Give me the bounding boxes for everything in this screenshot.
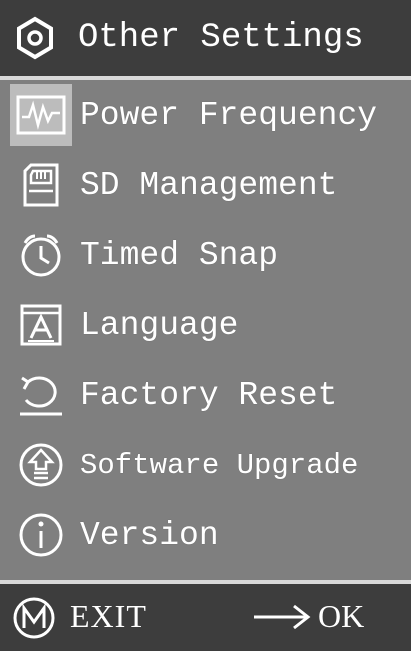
arrow-right-icon <box>252 602 312 632</box>
sd-card-icon <box>10 154 72 216</box>
footer-bar: EXIT OK <box>0 584 411 651</box>
settings-screen: Other Settings Power Frequency SD Manage… <box>0 0 411 651</box>
settings-menu: Power Frequency SD Management Timed Snap… <box>0 80 411 570</box>
menu-item-label: Language <box>80 306 239 344</box>
menu-item-factory-reset[interactable]: Factory Reset <box>0 360 411 430</box>
menu-item-software-upgrade[interactable]: Software Upgrade <box>0 430 411 500</box>
ok-button[interactable]: OK <box>318 598 364 635</box>
menu-item-label: Software Upgrade <box>80 448 359 482</box>
menu-item-label: Power Frequency <box>80 96 378 134</box>
menu-item-power-frequency[interactable]: Power Frequency <box>0 80 411 150</box>
waveform-icon <box>10 84 72 146</box>
clock-icon <box>10 224 72 286</box>
info-icon <box>10 504 72 566</box>
upgrade-icon <box>10 434 72 496</box>
menu-item-version[interactable]: Version <box>0 500 411 570</box>
m-button-icon[interactable] <box>12 596 56 640</box>
menu-item-label: Version <box>80 516 219 554</box>
language-a-icon <box>10 294 72 356</box>
reset-icon <box>10 364 72 426</box>
menu-item-label: Factory Reset <box>80 376 338 414</box>
menu-item-label: Timed Snap <box>80 236 279 274</box>
menu-item-label: SD Management <box>80 166 338 204</box>
menu-item-timed-snap[interactable]: Timed Snap <box>0 220 411 290</box>
menu-item-language[interactable]: Language <box>0 290 411 360</box>
page-title: Other Settings <box>78 19 364 57</box>
settings-hexagon-icon <box>10 13 60 63</box>
menu-item-sd-management[interactable]: SD Management <box>0 150 411 220</box>
exit-button[interactable]: EXIT <box>70 598 147 635</box>
header-bar: Other Settings <box>0 0 411 76</box>
